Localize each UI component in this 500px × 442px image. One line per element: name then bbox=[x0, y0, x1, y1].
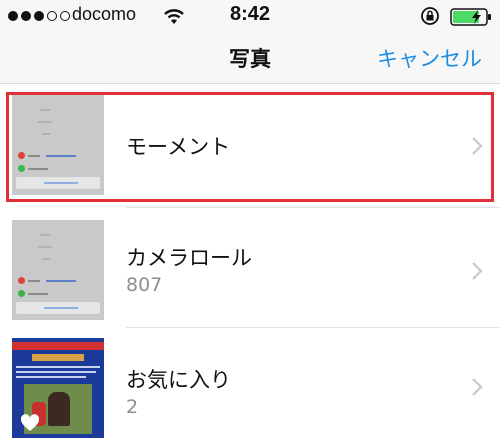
album-row-moments[interactable]: モーメント bbox=[0, 87, 500, 204]
navigation-bar: 写真 キャンセル bbox=[0, 34, 500, 84]
chevron-right-icon bbox=[472, 137, 483, 155]
album-list: モーメント カメラロール 807 お気に入り 2 bbox=[0, 84, 500, 442]
row-divider bbox=[126, 207, 500, 208]
status-bar: docomo 8:42 bbox=[0, 0, 500, 34]
rotation-lock-icon bbox=[421, 7, 439, 25]
album-label: カメラロール bbox=[126, 246, 252, 270]
battery-charging-icon bbox=[450, 8, 491, 26]
chevron-right-icon bbox=[472, 262, 483, 280]
album-label: お気に入り bbox=[126, 368, 231, 392]
heart-icon bbox=[20, 414, 40, 431]
album-thumbnail bbox=[12, 338, 104, 438]
album-row-camera-roll[interactable]: カメラロール 807 bbox=[0, 212, 500, 329]
album-count: 2 bbox=[126, 396, 139, 418]
row-divider bbox=[126, 327, 500, 328]
album-thumbnail bbox=[12, 220, 104, 320]
album-thumbnail bbox=[12, 95, 104, 195]
album-row-favorites[interactable]: お気に入り 2 bbox=[0, 330, 500, 442]
album-label: モーメント bbox=[126, 135, 231, 159]
cancel-button[interactable]: キャンセル bbox=[377, 43, 482, 73]
album-count: 807 bbox=[126, 274, 163, 296]
chevron-right-icon bbox=[472, 378, 483, 396]
